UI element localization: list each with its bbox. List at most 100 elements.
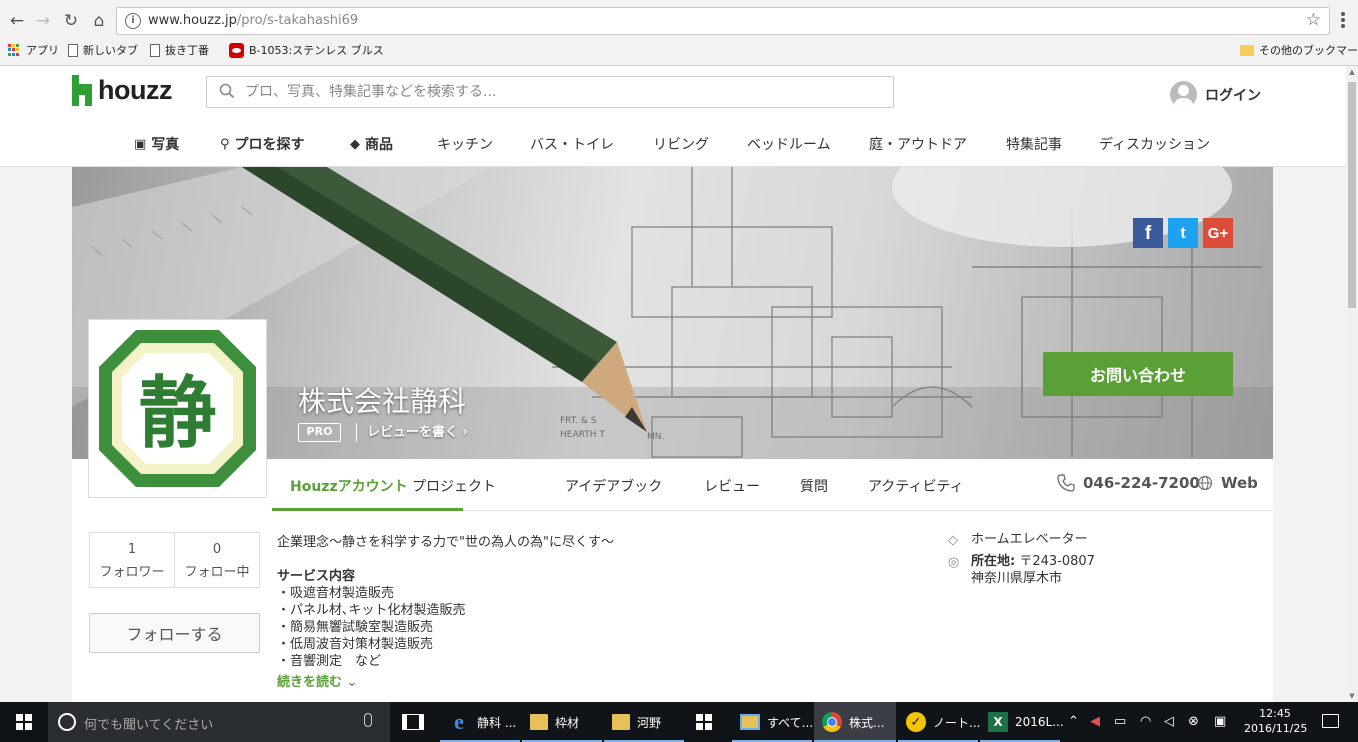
page-scrollbar[interactable]: ▲ ▼ xyxy=(1346,66,1358,702)
read-more-link[interactable]: 続きを読む ⌄ xyxy=(277,671,357,690)
system-clock[interactable]: 12:45 2016/11/25 xyxy=(1244,706,1307,736)
browser-menu-icon[interactable] xyxy=(1338,10,1348,32)
tab-houzz-account[interactable]: Houzzアカウント xyxy=(290,476,408,496)
folder-icon xyxy=(530,714,548,730)
twitter-icon[interactable]: t xyxy=(1168,218,1198,248)
followers-label: フォロワー xyxy=(99,565,165,580)
houzz-logo[interactable]: houzz xyxy=(72,75,172,106)
site-header: houzz ログイン ▣写真 ⚲プロを探す ◆ 商品 キッチン バス・トイレ リビ… xyxy=(0,66,1346,167)
edge-icon: e xyxy=(454,709,464,734)
address-bar[interactable]: i www.houzz.jp/pro/s-takahashi69 ☆ xyxy=(116,7,1330,35)
back-icon[interactable]: ← xyxy=(6,10,28,32)
taskbar-norton[interactable]: ✓ ノート... xyxy=(898,702,981,742)
active-tab-indicator xyxy=(272,508,463,511)
action-center-icon[interactable] xyxy=(1322,714,1339,728)
cortana-search[interactable]: 何でも聞いてください xyxy=(48,702,390,742)
tab-activity[interactable]: アクティビティ xyxy=(868,476,964,496)
battery-icon[interactable]: ▭ xyxy=(1114,714,1126,729)
followers-stat[interactable]: 1 フォロワー xyxy=(90,533,174,587)
tab-ideabooks[interactable]: アイデアブック xyxy=(565,476,662,496)
tab-reviews[interactable]: レビュー xyxy=(704,476,760,496)
taskbar-folder-wakuzai[interactable]: 枠材 xyxy=(522,702,602,742)
scrollbar-thumb[interactable] xyxy=(1348,82,1356,308)
nav-garden[interactable]: 庭・アウトドア xyxy=(869,134,967,154)
forward-icon[interactable]: → xyxy=(32,10,54,32)
company-logo-image: 静 xyxy=(99,330,256,487)
nav-label: 庭・アウトドア xyxy=(869,137,967,153)
search-input[interactable] xyxy=(245,82,865,102)
chevron-up-icon[interactable]: ⌃ xyxy=(1068,714,1079,729)
chrome-icon xyxy=(822,712,842,732)
taskbar-store[interactable] xyxy=(688,702,728,742)
taskbar-edge[interactable]: e 静科 ... xyxy=(440,702,520,742)
cortana-placeholder: 何でも聞いてください xyxy=(84,718,214,733)
company-name: 株式会社静科 xyxy=(298,385,467,418)
ime-icon[interactable]: ▣ xyxy=(1214,714,1226,729)
bookmark-other[interactable]: その他のブックマーク xyxy=(1240,42,1358,58)
bookmark-label: アプリ xyxy=(26,44,59,57)
follow-stats: 1 フォロワー 0 フォロー中 xyxy=(89,532,260,588)
photos-icon xyxy=(740,714,760,730)
following-stat[interactable]: 0 フォロー中 xyxy=(174,533,259,587)
nav-products[interactable]: ◆ 商品 xyxy=(350,134,393,154)
nav-bedroom[interactable]: ベッドルーム xyxy=(747,134,831,154)
contact-button[interactable]: お問い合わせ xyxy=(1043,352,1233,396)
site-info-icon[interactable]: i xyxy=(125,13,141,29)
reload-icon[interactable]: ↻ xyxy=(60,10,82,32)
company-logo: 静 xyxy=(88,319,267,498)
person-icon: ⚲ xyxy=(220,136,230,152)
svg-text:HEARTH T: HEARTH T xyxy=(560,430,605,440)
tab-questions[interactable]: 質問 xyxy=(800,476,828,496)
taskbar-app-label: ノート... xyxy=(933,715,981,730)
cortana-icon xyxy=(58,713,76,731)
scroll-up-icon[interactable]: ▲ xyxy=(1346,66,1358,78)
bookmark-star-icon[interactable]: ☆ xyxy=(1306,10,1321,30)
phone-number[interactable]: 046-224-7200 xyxy=(1057,474,1200,492)
bookmark-new-tab[interactable]: 新しいタブ xyxy=(68,42,138,58)
category-text[interactable]: ホームエレベーター xyxy=(971,532,1088,547)
microphone-icon[interactable] xyxy=(364,713,372,727)
home-icon[interactable]: ⌂ xyxy=(88,10,110,32)
nav-discussions[interactable]: ディスカッション xyxy=(1099,134,1210,154)
login-link[interactable]: ログイン xyxy=(1170,81,1261,108)
bookmark-label: B-1053:ステンレス ブルス xyxy=(249,44,384,57)
company-info: ◇ ホームエレベーター ◎ 所在地: 〒243-0807 神奈川県厚木市 xyxy=(948,531,1248,587)
bookmark-apps[interactable]: アプリ xyxy=(8,42,59,58)
taskbar-app-label: 株式... xyxy=(849,715,885,730)
scroll-down-icon[interactable]: ▼ xyxy=(1346,690,1358,702)
task-view-icon[interactable] xyxy=(402,714,424,730)
bookmarks-bar: アプリ 新しいタブ 抜き丁番 B-1053:ステンレス ブルス その他のブックマ… xyxy=(0,37,1358,65)
search-box[interactable] xyxy=(206,76,894,108)
website-link[interactable]: Web xyxy=(1197,474,1258,492)
volume-mute-icon[interactable]: ◁ xyxy=(1164,714,1174,729)
clock-time: 12:45 xyxy=(1259,707,1291,720)
follow-button[interactable]: フォローする xyxy=(89,613,260,653)
speaker-warning-icon[interactable]: ◀ xyxy=(1090,714,1100,729)
taskbar-app-label: 静科 ... xyxy=(477,715,517,730)
followers-count: 1 xyxy=(127,542,137,557)
google-plus-icon[interactable]: G+ xyxy=(1203,218,1233,248)
start-button[interactable] xyxy=(0,702,48,742)
svg-text:FRT. & S: FRT. & S xyxy=(560,416,597,426)
bookmark-b1053[interactable]: B-1053:ステンレス ブルス xyxy=(229,42,384,58)
taskbar-folder-kawano[interactable]: 河野 xyxy=(604,702,684,742)
taskbar-chrome[interactable]: 株式... xyxy=(814,702,896,742)
nav-bath[interactable]: バス・トイレ xyxy=(530,134,614,154)
taskbar-excel[interactable]: X 2016L... xyxy=(980,702,1064,742)
wifi-icon[interactable]: ◠ xyxy=(1140,714,1151,729)
nav-stories[interactable]: 特集記事 xyxy=(1006,134,1062,154)
tab-projects[interactable]: プロジェクト xyxy=(412,476,496,496)
nav-find-pro[interactable]: ⚲ プロを探す xyxy=(220,134,305,154)
taskbar-photos[interactable]: すべて... xyxy=(732,702,813,742)
nav-kitchen[interactable]: キッチン xyxy=(437,134,493,154)
url-host: www.houzz.jp xyxy=(148,13,237,28)
nav-living[interactable]: リビング xyxy=(653,134,709,154)
url-text[interactable]: www.houzz.jp/pro/s-takahashi69 xyxy=(148,13,358,28)
close-circle-icon[interactable]: ⊗ xyxy=(1188,714,1199,729)
write-review-link[interactable]: レビューを書く › xyxy=(356,423,468,442)
facebook-icon[interactable]: f xyxy=(1133,218,1163,248)
nav-label: ベッドルーム xyxy=(747,137,831,153)
nav-photos[interactable]: ▣ 写真 xyxy=(134,134,179,154)
bookmark-label: 新しいタブ xyxy=(83,44,138,57)
bookmark-hinge[interactable]: 抜き丁番 xyxy=(150,42,209,58)
